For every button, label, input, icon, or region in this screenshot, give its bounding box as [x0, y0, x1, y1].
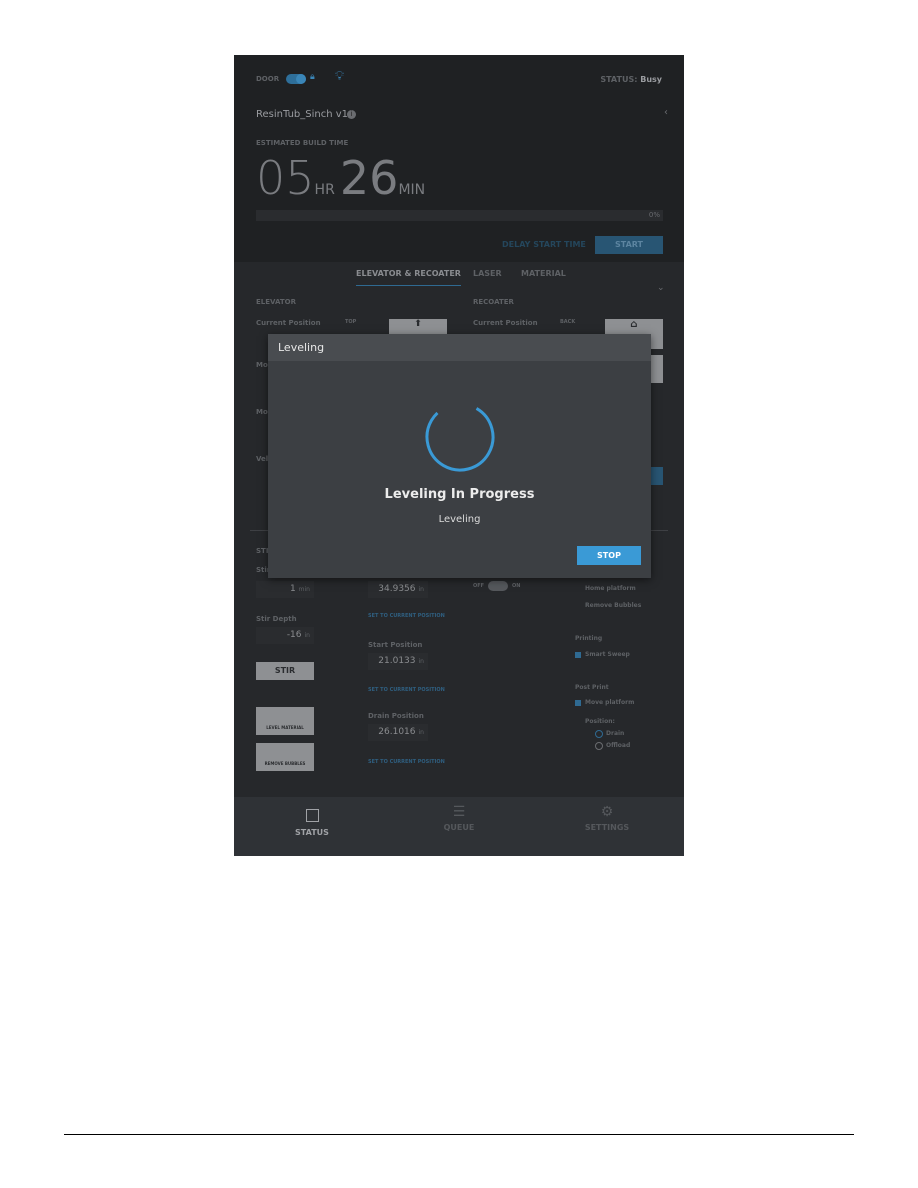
estimated-build-time-label: ESTIMATED BUILD TIME — [256, 139, 349, 147]
dialog-title: Leveling — [268, 334, 651, 361]
hours-value: 05 — [256, 151, 315, 205]
smart-sweep-label: Smart Sweep — [585, 651, 630, 658]
drain-radio[interactable] — [595, 730, 603, 738]
move-platform-label: Move platform — [585, 699, 635, 706]
start-position-input[interactable]: 21.0133 in — [368, 653, 428, 670]
door-label: DOOR — [256, 75, 280, 83]
minutes-value: 26 — [339, 151, 399, 205]
status-label: STATUS: — [600, 75, 638, 84]
tab-material[interactable]: MATERIAL — [521, 269, 566, 278]
bottom-nav: STATUS ☰ QUEUE ⚙ SETTINGS — [234, 797, 684, 856]
stir-depth-input[interactable]: -16 in — [256, 627, 314, 644]
home-platform-option[interactable]: Home platform — [585, 585, 636, 592]
top-label: TOP — [345, 319, 357, 325]
move-label-2: Mo — [256, 408, 268, 416]
light-bulb-icon[interactable]: 💡︎ — [335, 69, 344, 84]
move-platform-checkbox[interactable] — [575, 700, 581, 706]
smart-sweep-checkbox[interactable] — [575, 652, 581, 658]
nav-settings[interactable]: ⚙ SETTINGS — [532, 797, 682, 832]
remove-bubbles-option[interactable]: Remove Bubbles — [585, 602, 641, 609]
delay-start-button[interactable]: DELAY START TIME — [502, 240, 586, 249]
remove-bubbles-button[interactable]: REMOVE BUBBLES — [256, 743, 314, 771]
build-time: 05HR 26MIN — [256, 151, 425, 205]
stir-depth-label: Stir Depth — [256, 615, 297, 623]
hr-unit: HR — [314, 182, 335, 198]
status-value: Busy — [640, 75, 662, 84]
drain-position-label: Drain Position — [368, 712, 424, 720]
set-current-position-link-3[interactable]: SET TO CURRENT POSITION — [368, 759, 445, 765]
position-input[interactable]: 34.9356 in — [368, 581, 428, 598]
elevator-up-button[interactable]: ⬆ — [389, 319, 447, 335]
offload-radio-label: Offload — [606, 742, 631, 749]
job-name: ResinTub_Sinch v1 — [256, 109, 349, 120]
expand-chevron-icon[interactable]: ⌄ — [657, 283, 665, 293]
loading-spinner-icon — [425, 402, 495, 472]
stop-button[interactable]: STOP — [577, 546, 641, 565]
stir-time-input[interactable]: 1 min — [256, 581, 314, 598]
door-toggle[interactable] — [286, 74, 306, 84]
printing-label: Printing — [575, 635, 603, 642]
drain-radio-label: Drain — [606, 730, 625, 737]
elevator-current-position: Current Position — [256, 319, 321, 327]
lock-icon: 🔒︎ — [310, 72, 315, 82]
page-rule — [64, 1134, 854, 1135]
offload-radio[interactable] — [595, 742, 603, 750]
progress-bar: 0% — [256, 210, 663, 221]
recoater-title: RECOATER — [473, 298, 514, 306]
on-off-toggle[interactable] — [488, 581, 508, 591]
stir-button[interactable]: STIR — [256, 662, 314, 680]
set-current-position-link-2[interactable]: SET TO CURRENT POSITION — [368, 687, 445, 693]
elevator-title: ELEVATOR — [256, 298, 296, 306]
leveling-dialog: Leveling Leveling In Progress Leveling S… — [268, 334, 651, 578]
post-print-label: Post Print — [575, 684, 609, 691]
set-current-position-link[interactable]: SET TO CURRENT POSITION — [368, 613, 445, 619]
info-icon[interactable]: i — [347, 110, 356, 119]
gear-icon: ⚙ — [600, 804, 614, 820]
tablet-screen: DOOR 🔒︎ 💡︎ STATUS: Busy ResinTub_Sinch v… — [234, 55, 684, 856]
drain-position-input[interactable]: 26.1016 in — [368, 724, 428, 741]
dialog-subtext: Leveling — [438, 514, 481, 525]
nav-queue[interactable]: ☰ QUEUE — [384, 797, 534, 832]
toggle-on-label: ON — [512, 583, 521, 589]
start-button[interactable]: START — [595, 236, 663, 254]
position-label: Position: — [585, 718, 615, 725]
start-position-label: Start Position — [368, 641, 423, 649]
recoater-current-position: Current Position — [473, 319, 538, 327]
velocity-label: Vel — [256, 455, 269, 463]
square-icon — [305, 809, 319, 822]
stir-section-title: STI — [256, 547, 269, 555]
level-material-button[interactable]: LEVEL MATERIAL — [256, 707, 314, 735]
toggle-off-label: OFF — [473, 583, 485, 589]
tab-laser[interactable]: LASER — [473, 269, 502, 278]
min-unit: MIN — [398, 182, 426, 198]
nav-status[interactable]: STATUS — [237, 797, 387, 837]
progress-text: 0% — [648, 211, 660, 219]
list-icon: ☰ — [452, 804, 466, 820]
dialog-heading: Leveling In Progress — [384, 487, 535, 502]
move-label: Mo — [256, 361, 268, 369]
back-label: BACK — [560, 319, 576, 325]
collapse-chevron-icon[interactable]: ‹ — [664, 107, 668, 118]
status-header: DOOR 🔒︎ 💡︎ STATUS: Busy ResinTub_Sinch v… — [234, 55, 684, 262]
tab-elevator-recoater[interactable]: ELEVATOR & RECOATER — [356, 269, 461, 286]
